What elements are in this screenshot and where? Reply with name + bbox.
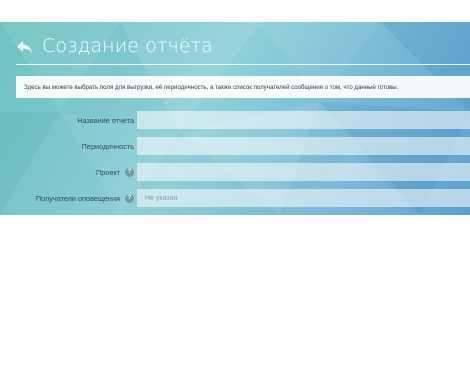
back-arrow-icon[interactable] — [16, 39, 33, 53]
project-label: Проект — [95, 167, 120, 177]
info-banner: Здесь вы можете выбрать поля для выгрузк… — [16, 76, 470, 98]
recipients-label: Получатели оповещения — [35, 193, 120, 203]
label-wrap: Проект ? — [0, 167, 136, 177]
recipients-select[interactable] — [137, 189, 470, 207]
periodicity-select[interactable] — [137, 137, 470, 155]
help-icon[interactable]: ? — [125, 193, 134, 203]
page-header: Создание отчёта — [16, 34, 213, 58]
report-form-panel: Создание отчёта Здесь вы можете выбрать … — [0, 22, 470, 215]
header-divider — [16, 64, 470, 65]
report-name-input[interactable] — [137, 111, 470, 129]
periodicity-label: Периодичность — [81, 141, 134, 151]
project-select[interactable] — [137, 163, 470, 181]
label-wrap: Название отчета — [0, 116, 136, 125]
report-name-label: Название отчета — [77, 115, 134, 125]
label-wrap: Периодичность — [0, 142, 136, 151]
label-wrap: Получатели оповещения ? — [0, 193, 136, 203]
page-title: Создание отчёта — [42, 35, 213, 57]
help-icon[interactable]: ? — [125, 167, 134, 177]
info-text: Здесь вы можете выбрать поля для выгрузк… — [24, 83, 399, 91]
